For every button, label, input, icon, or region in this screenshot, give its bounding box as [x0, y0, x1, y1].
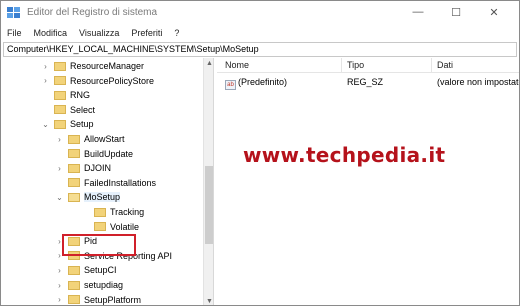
- tree-item[interactable]: ⌄ MoSetup: [55, 190, 121, 204]
- tree-item[interactable]: ⌄ Setup: [41, 117, 94, 131]
- tree-item-label: ResourcePolicyStore: [70, 75, 155, 86]
- tree-item-label: setupdiag: [84, 280, 124, 290]
- expand-toggle-icon[interactable]: ⌄: [55, 192, 64, 202]
- string-value-icon: ab: [225, 80, 236, 90]
- column-separator[interactable]: [431, 58, 432, 73]
- tree-item-label: RNG: [70, 90, 90, 101]
- list-header: Nome Tipo Dati: [217, 58, 519, 73]
- folder-icon: [54, 119, 66, 129]
- scrollbar-thumb[interactable]: [205, 166, 213, 244]
- tree-item-label: Volatile: [110, 221, 140, 232]
- tree-item-label: ResourceManager: [70, 61, 145, 71]
- tree-item-label: FailedInstallations: [84, 177, 157, 188]
- tree-item[interactable]: RNG: [41, 88, 90, 102]
- folder-icon: [54, 61, 66, 71]
- scroll-down-arrow-icon[interactable]: ▼: [204, 296, 213, 305]
- tree-item[interactable]: Select: [41, 103, 95, 117]
- folder-icon: [68, 280, 80, 290]
- values-list-pane: Nome Tipo Dati ab (Predefinito) REG_SZ (v…: [217, 58, 520, 305]
- folder-icon: [54, 90, 66, 100]
- column-separator[interactable]: [341, 58, 342, 73]
- folder-icon: [68, 134, 80, 144]
- window-title: Editor del Registro di sistema: [27, 7, 158, 18]
- menu-file[interactable]: File: [7, 28, 22, 38]
- menu-help[interactable]: ?: [174, 28, 179, 38]
- menu-bar: File Modifica Visualizza Preferiti ?: [1, 25, 519, 41]
- tree-item[interactable]: FailedInstallations: [55, 176, 156, 190]
- folder-icon: [54, 105, 66, 115]
- folder-icon: [94, 222, 106, 232]
- expand-toggle-icon[interactable]: ›: [55, 280, 64, 290]
- folder-icon: [54, 76, 66, 86]
- tree-item-label: Select: [70, 104, 96, 115]
- close-button[interactable]: ✕: [477, 1, 511, 23]
- folder-icon: [68, 149, 80, 159]
- menu-visualizza[interactable]: Visualizza: [79, 28, 119, 38]
- expand-toggle-icon[interactable]: ›: [41, 61, 50, 71]
- maximize-button[interactable]: ☐: [439, 1, 473, 23]
- expand-toggle-icon[interactable]: ›: [55, 265, 64, 275]
- menu-preferiti[interactable]: Preferiti: [131, 28, 162, 38]
- menu-modifica[interactable]: Modifica: [34, 28, 68, 38]
- tree-item[interactable]: › DJOIN: [55, 161, 111, 175]
- value-type: REG_SZ: [347, 77, 384, 87]
- value-name: (Predefinito): [238, 77, 288, 87]
- tree-scrollbar[interactable]: ▲ ▼: [203, 58, 213, 305]
- mosetup-highlight-frame: [62, 234, 136, 256]
- value-data: (valore non impostato): [437, 77, 520, 87]
- tree-item[interactable]: › SetupPlatform: [55, 293, 142, 305]
- tree-item-label: MoSetup: [84, 192, 121, 203]
- expand-toggle-icon[interactable]: ›: [55, 134, 64, 144]
- value-name-cell: ab (Predefinito): [225, 77, 287, 90]
- tree-item[interactable]: › ResourceManager: [41, 59, 144, 73]
- folder-icon: [68, 192, 80, 202]
- expand-toggle-icon[interactable]: ›: [41, 76, 50, 86]
- tree-item[interactable]: Volatile: [81, 220, 139, 234]
- expand-toggle-icon[interactable]: ›: [55, 163, 64, 173]
- tree-item[interactable]: › SetupCI: [55, 263, 117, 277]
- tree-item-label: DJOIN: [84, 163, 111, 174]
- key-tree-pane: › ResourceManager › ResourcePolicyStore RNG S…: [3, 58, 214, 305]
- tree-item-label: Tracking: [110, 207, 145, 217]
- tree-item-label: AllowStart: [84, 134, 125, 144]
- tree-item[interactable]: › setupdiag: [55, 278, 123, 292]
- folder-icon: [68, 178, 80, 188]
- tree-item-label: SetupPlatform: [84, 294, 142, 305]
- address-bar[interactable]: Computer\HKEY_LOCAL_MACHINE\SYSTEM\Setup…: [3, 42, 517, 57]
- registry-editor-icon: [7, 7, 20, 18]
- expand-toggle-icon[interactable]: ⌄: [41, 119, 50, 129]
- scroll-up-arrow-icon[interactable]: ▲: [204, 58, 213, 69]
- title-bar[interactable]: Editor del Registro di sistema — ☐ ✕: [1, 1, 519, 25]
- expand-toggle-icon[interactable]: ›: [55, 295, 64, 305]
- tree-item[interactable]: Tracking: [81, 205, 144, 219]
- folder-icon: [68, 265, 80, 275]
- column-header-type[interactable]: Tipo: [347, 60, 364, 70]
- tree-item[interactable]: BuildUpdate: [55, 147, 133, 161]
- minimize-button[interactable]: —: [401, 1, 435, 23]
- column-header-data[interactable]: Dati: [437, 60, 453, 70]
- tree-item[interactable]: › ResourcePolicyStore: [41, 74, 154, 88]
- folder-icon: [94, 207, 106, 217]
- tree-item[interactable]: › AllowStart: [55, 132, 125, 146]
- column-header-name[interactable]: Nome: [225, 60, 249, 70]
- tree-item-label: SetupCI: [84, 265, 117, 276]
- folder-icon: [68, 163, 80, 173]
- watermark-text: www.techpedia.it: [243, 143, 446, 167]
- tree-item-label: Setup: [70, 119, 94, 130]
- regedit-window: Editor del Registro di sistema — ☐ ✕ Fil…: [0, 0, 520, 306]
- table-row[interactable]: ab (Predefinito) REG_SZ (valore non impos…: [217, 75, 520, 90]
- folder-icon: [68, 295, 80, 305]
- tree-item-label: BuildUpdate: [84, 148, 134, 159]
